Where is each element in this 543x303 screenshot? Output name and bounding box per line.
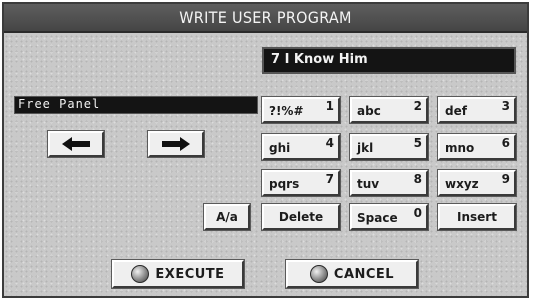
space-label: Space bbox=[357, 211, 398, 225]
cancel-label: CANCEL bbox=[333, 266, 395, 282]
key-3[interactable]: def 3 bbox=[437, 96, 517, 124]
key-number: 7 bbox=[325, 172, 334, 186]
delete-button[interactable]: Delete bbox=[261, 203, 341, 231]
key-8[interactable]: tuv 8 bbox=[349, 169, 429, 197]
write-user-program-dialog: WRITE USER PROGRAM 7 I Know Him Free Pan… bbox=[2, 2, 529, 298]
case-toggle-button[interactable]: A/a bbox=[203, 203, 251, 231]
delete-label: Delete bbox=[278, 210, 324, 224]
cursor-right-button[interactable] bbox=[147, 130, 205, 158]
key-1[interactable]: ?!%# 1 bbox=[261, 96, 341, 124]
led-indicator-icon bbox=[131, 265, 150, 283]
program-name-field[interactable]: Free Panel bbox=[14, 96, 258, 114]
key-6[interactable]: mno 6 bbox=[437, 133, 517, 161]
key-label: jkl bbox=[357, 141, 374, 155]
key-label: def bbox=[445, 104, 467, 118]
key-number: 8 bbox=[413, 172, 422, 186]
key-label: ?!%# bbox=[269, 104, 304, 118]
key-label: pqrs bbox=[269, 177, 300, 191]
key-number: 3 bbox=[501, 99, 510, 113]
key-number: 1 bbox=[325, 99, 334, 113]
key-number: 9 bbox=[501, 172, 510, 186]
arrow-left-icon bbox=[62, 137, 90, 151]
insert-button[interactable]: Insert bbox=[437, 203, 517, 231]
key-number: 0 bbox=[413, 206, 422, 220]
key-number: 4 bbox=[325, 136, 334, 150]
cursor-left-button[interactable] bbox=[47, 130, 105, 158]
execute-label: EXECUTE bbox=[155, 266, 225, 282]
key-label: mno bbox=[445, 141, 475, 155]
arrow-right-icon bbox=[162, 137, 190, 151]
key-9[interactable]: wxyz 9 bbox=[437, 169, 517, 197]
key-number: 6 bbox=[501, 136, 510, 150]
dialog-title: WRITE USER PROGRAM bbox=[4, 4, 527, 33]
key-4[interactable]: ghi 4 bbox=[261, 133, 341, 161]
key-number: 2 bbox=[413, 99, 422, 113]
key-number: 5 bbox=[413, 136, 422, 150]
key-label: tuv bbox=[357, 177, 380, 191]
key-label: ghi bbox=[269, 141, 291, 155]
insert-label: Insert bbox=[457, 210, 497, 224]
song-display: 7 I Know Him bbox=[262, 47, 516, 74]
key-7[interactable]: pqrs 7 bbox=[261, 169, 341, 197]
key-label: wxyz bbox=[445, 177, 479, 191]
cancel-button[interactable]: CANCEL bbox=[285, 259, 419, 289]
led-indicator-icon bbox=[309, 265, 328, 283]
key-2[interactable]: abc 2 bbox=[349, 96, 429, 124]
key-label: abc bbox=[357, 104, 381, 118]
key-5[interactable]: jkl 5 bbox=[349, 133, 429, 161]
execute-button[interactable]: EXECUTE bbox=[111, 259, 245, 289]
space-button[interactable]: Space 0 bbox=[349, 203, 429, 231]
case-toggle-label: A/a bbox=[216, 210, 238, 224]
